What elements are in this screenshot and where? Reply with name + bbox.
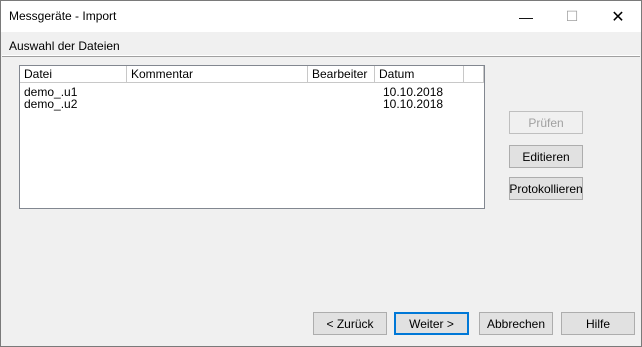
window-title: Messgeräte - Import — [9, 9, 117, 23]
column-header-datum[interactable]: Datum — [375, 66, 464, 83]
help-button[interactable]: Hilfe — [561, 312, 635, 335]
back-button[interactable]: < Zurück — [313, 312, 387, 335]
section-divider — [2, 56, 640, 57]
minimize-icon: — — [519, 8, 533, 25]
column-header-bearbeiter[interactable]: Bearbeiter — [308, 66, 375, 83]
editieren-button[interactable]: Editieren — [509, 145, 583, 168]
cell-datum: 10.10.2018 — [383, 97, 444, 111]
column-header-empty[interactable] — [464, 66, 484, 83]
pruefen-button[interactable]: Prüfen — [509, 111, 583, 134]
cell-datei: demo_.u2 — [24, 97, 78, 111]
title-bar: Messgeräte - Import — ☐ ✕ — [1, 1, 641, 32]
section-label: Auswahl der Dateien — [9, 39, 120, 53]
minimize-button[interactable]: — — [503, 1, 549, 32]
cancel-button[interactable]: Abbrechen — [479, 312, 553, 335]
close-button[interactable]: ✕ — [595, 1, 641, 32]
column-header-kommentar[interactable]: Kommentar — [127, 66, 308, 83]
close-icon: ✕ — [611, 8, 625, 26]
maximize-icon: ☐ — [565, 8, 579, 24]
maximize-button[interactable]: ☐ — [549, 1, 595, 32]
import-dialog: Messgeräte - Import — ☐ ✕ Auswahl der Da… — [0, 0, 642, 347]
next-button[interactable]: Weiter > — [394, 312, 469, 335]
file-list[interactable]: Datei Kommentar Bearbeiter Datum demo_.u… — [19, 65, 485, 209]
protokollieren-button[interactable]: Protokollieren — [509, 177, 583, 200]
column-header-datei[interactable]: Datei — [20, 66, 127, 83]
